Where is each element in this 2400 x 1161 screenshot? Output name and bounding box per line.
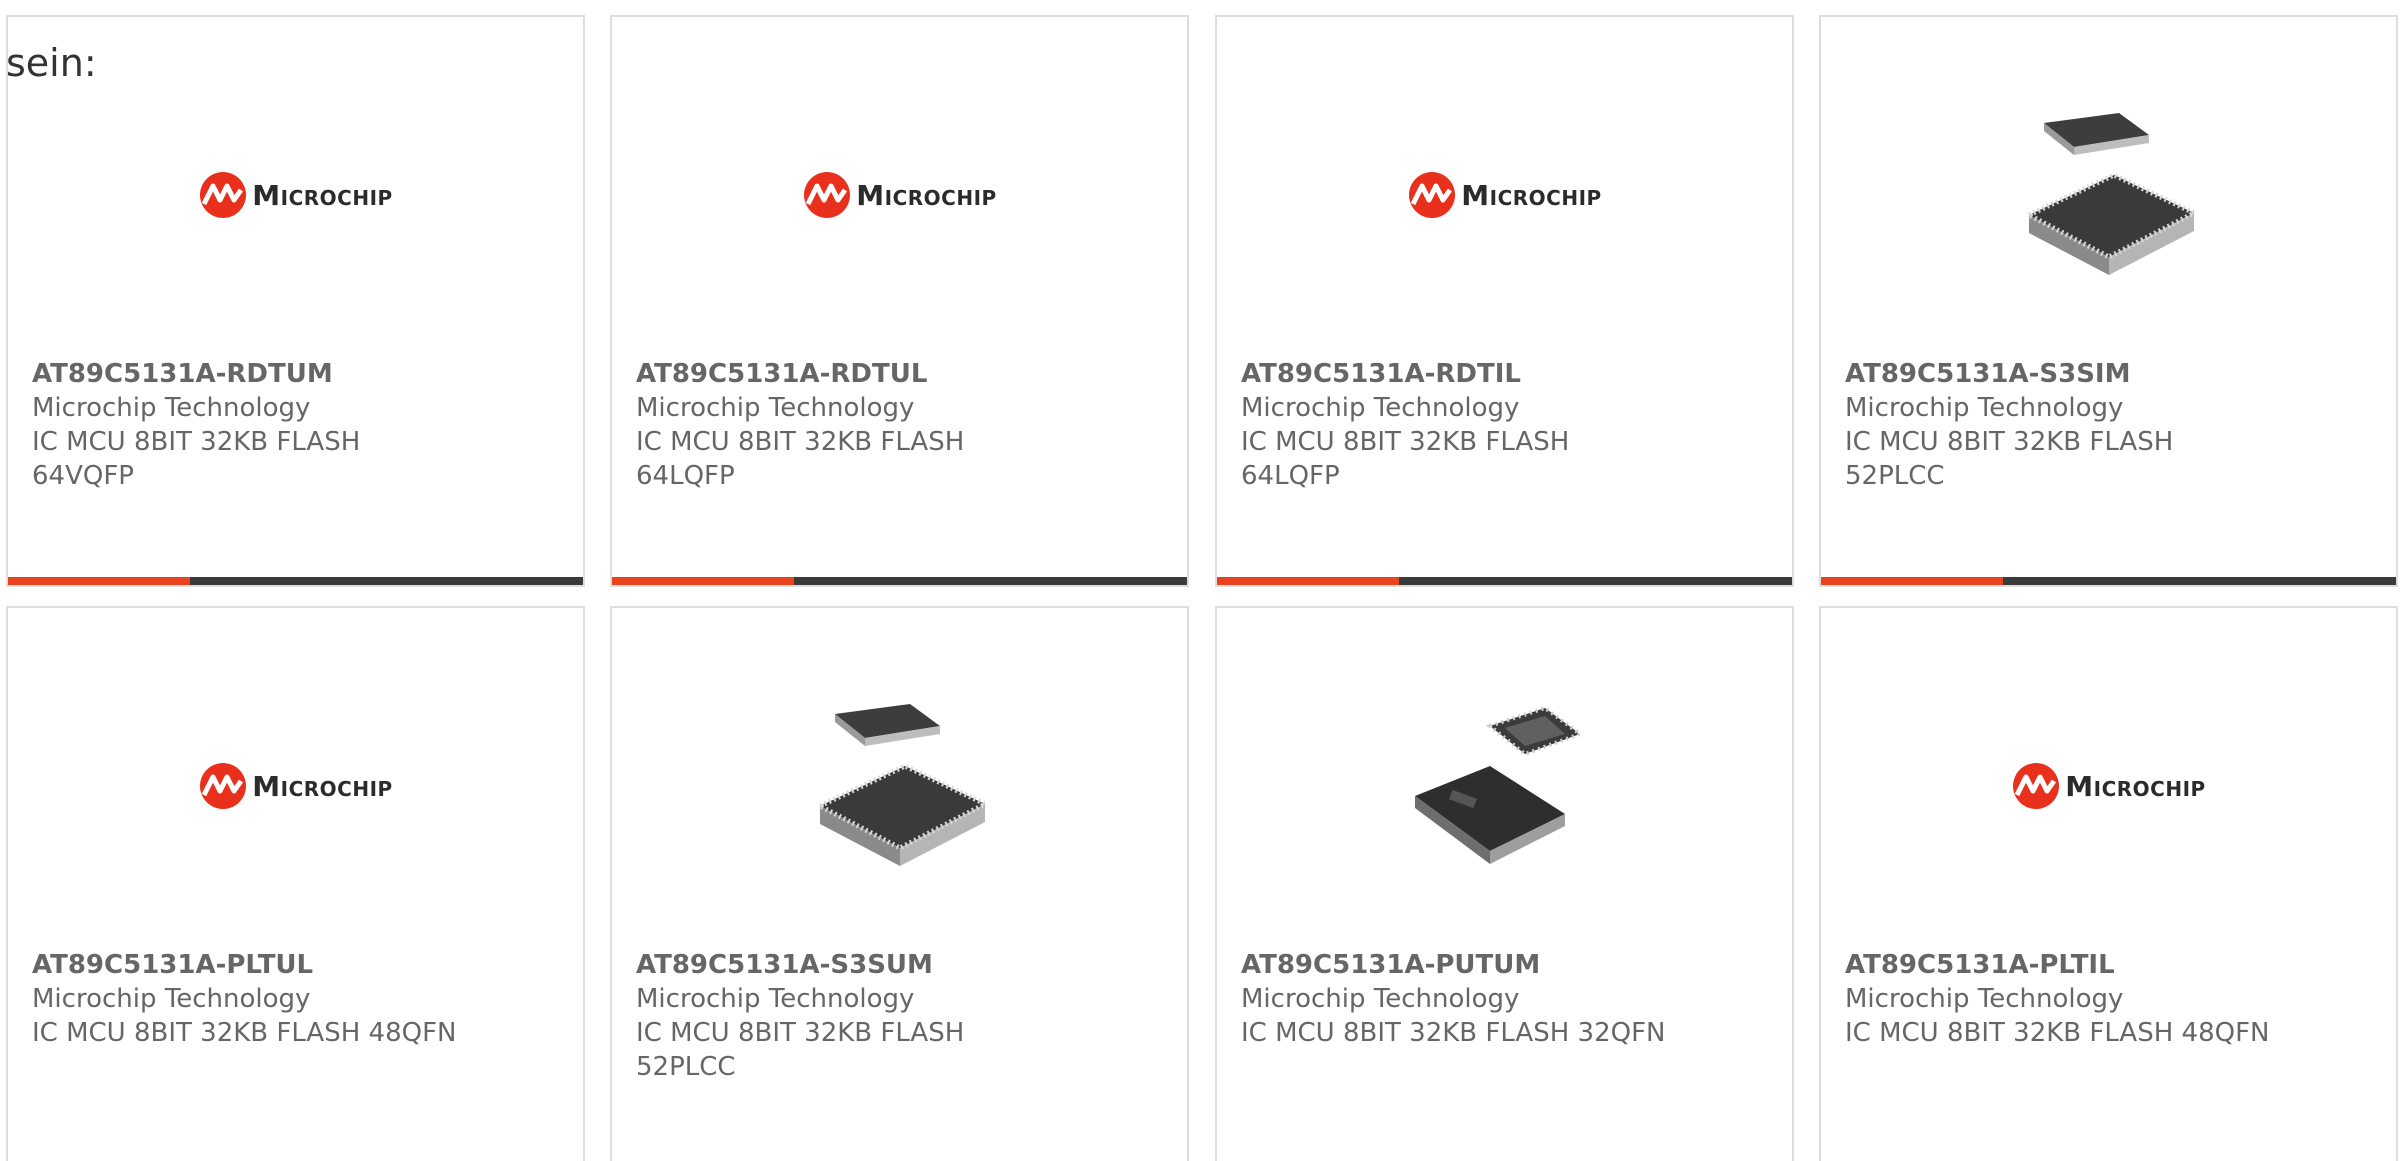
part-number[interactable]: AT89C5131A-PUTUM — [1241, 948, 1768, 982]
part-number[interactable]: AT89C5131A-S3SUM — [636, 948, 1163, 982]
part-number[interactable]: AT89C5131A-RDTUM — [32, 357, 559, 391]
card-bottom-bar — [612, 577, 1187, 585]
microchip-logo: Microchip — [802, 170, 996, 220]
card-bottom-bar — [8, 577, 583, 585]
part-number[interactable]: AT89C5131A-RDTIL — [1241, 357, 1768, 391]
card-bar-accent — [612, 577, 794, 585]
manufacturer: Microchip Technology — [636, 393, 915, 423]
product-card[interactable]: Microchip AT89C5131A-RDTUM Microchip Tec… — [6, 15, 585, 587]
manufacturer: Microchip Technology — [1845, 393, 2124, 423]
microchip-logo-icon — [200, 763, 247, 809]
description-line: 64LQFP — [1241, 461, 1340, 491]
manufacturer: Microchip Technology — [1241, 393, 1520, 423]
part-number[interactable]: AT89C5131A-PLTUL — [32, 948, 559, 982]
card-bottom-bar — [1821, 577, 2396, 585]
microchip-logo-icon — [1409, 172, 1456, 218]
description-line: IC MCU 8BIT 32KB FLASH — [636, 1018, 965, 1048]
microchip-logo-icon — [804, 172, 851, 218]
card-bottom-bar — [1217, 577, 1792, 585]
logo-text: Microchip — [856, 178, 997, 212]
plcc-package-photo — [2022, 113, 2200, 275]
manufacturer: Microchip Technology — [1845, 984, 2124, 1014]
description-line: IC MCU 8BIT 32KB FLASH — [32, 427, 361, 457]
product-image: Microchip — [1821, 686, 2396, 886]
manufacturer: Microchip Technology — [1241, 984, 1520, 1014]
product-card[interactable]: Microchip AT89C5131A-RDTIL Microchip Tec… — [1215, 15, 1794, 587]
product-image: Microchip — [612, 95, 1187, 295]
description-line: IC MCU 8BIT 32KB FLASH 48QFN — [1845, 1018, 2270, 1048]
card-bar-accent — [1821, 577, 2003, 585]
manufacturer: Microchip Technology — [636, 984, 915, 1014]
description-line: 64LQFP — [636, 461, 735, 491]
card-bar-accent — [8, 577, 190, 585]
product-image — [1217, 686, 1792, 886]
manufacturer: Microchip Technology — [32, 984, 311, 1014]
product-card[interactable]: AT89C5131A-PUTUM Microchip Technology IC… — [1215, 606, 1794, 1161]
product-image: Microchip — [1217, 95, 1792, 295]
microchip-logo: Microchip — [2011, 761, 2205, 811]
microchip-logo: Microchip — [1407, 170, 1601, 220]
product-card[interactable]: AT89C5131A-S3SUM Microchip Technology IC… — [610, 606, 1189, 1161]
description-line: IC MCU 8BIT 32KB FLASH 48QFN — [32, 1018, 457, 1048]
product-image: Microchip — [8, 686, 583, 886]
product-image: Microchip — [8, 95, 583, 295]
card-bar-accent — [1217, 577, 1399, 585]
product-image — [1821, 95, 2396, 295]
product-card[interactable]: Microchip AT89C5131A-RDTUL Microchip Tec… — [610, 15, 1189, 587]
product-grid-page: sein: Microchip AT89C5131A-RDTUM Microch… — [0, 0, 2400, 1161]
product-card[interactable]: Microchip AT89C5131A-PLTIL Microchip Tec… — [1819, 606, 2398, 1161]
microchip-logo: Microchip — [198, 170, 392, 220]
product-card[interactable]: Microchip AT89C5131A-PLTUL Microchip Tec… — [6, 606, 585, 1161]
intro-text: sein: — [6, 41, 97, 85]
microchip-logo: Microchip — [198, 761, 392, 811]
description-line: 52PLCC — [636, 1052, 736, 1082]
logo-text: Microchip — [1461, 178, 1602, 212]
description-line: IC MCU 8BIT 32KB FLASH — [636, 427, 965, 457]
description-line: IC MCU 8BIT 32KB FLASH 32QFN — [1241, 1018, 1666, 1048]
description-line: IC MCU 8BIT 32KB FLASH — [1845, 427, 2174, 457]
manufacturer: Microchip Technology — [32, 393, 311, 423]
microchip-logo-icon — [2013, 763, 2060, 809]
product-image — [612, 686, 1187, 886]
qfn-package-photo — [1414, 705, 1584, 864]
product-card[interactable]: AT89C5131A-S3SIM Microchip Technology IC… — [1819, 15, 2398, 587]
part-number[interactable]: AT89C5131A-PLTIL — [1845, 948, 2372, 982]
microchip-logo-icon — [200, 172, 247, 218]
part-number[interactable]: AT89C5131A-S3SIM — [1845, 357, 2372, 391]
description-line: 52PLCC — [1845, 461, 1945, 491]
logo-text: Microchip — [252, 178, 393, 212]
part-number[interactable]: AT89C5131A-RDTUL — [636, 357, 1163, 391]
logo-text: Microchip — [252, 769, 393, 803]
logo-text: Microchip — [2065, 769, 2206, 803]
plcc-package-photo — [813, 704, 991, 866]
description-line: IC MCU 8BIT 32KB FLASH — [1241, 427, 1570, 457]
description-line: 64VQFP — [32, 461, 134, 491]
